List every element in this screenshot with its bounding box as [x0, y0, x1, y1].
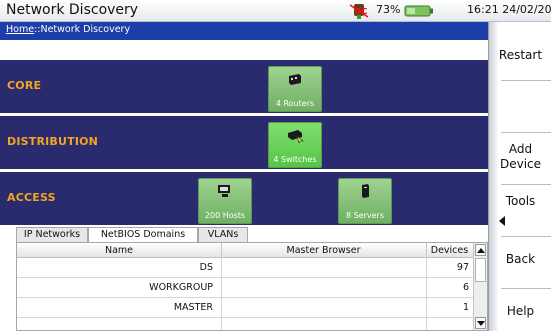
add-device-label-line1: Add	[508, 142, 533, 156]
tab-vlans[interactable]: VLANs	[198, 227, 248, 242]
battery-icon	[404, 5, 433, 17]
column-header-devices[interactable]: Devices	[426, 245, 473, 256]
cell-name: MASTER	[173, 302, 213, 313]
title-bar: Network Discovery DC 73% 16:21 24/02/201…	[0, 0, 551, 22]
add-device-label-line2: Device	[499, 157, 542, 171]
table-scrollbar[interactable]	[473, 243, 487, 330]
clock-time: 16:21	[467, 3, 499, 16]
table-row[interactable]: DS 97	[17, 259, 473, 278]
breadcrumb: Home::Network Discovery	[6, 24, 130, 35]
switches-button[interactable]: 4 Switches	[268, 122, 322, 168]
table-row[interactable]: WORKGROUP 6	[17, 279, 473, 298]
scroll-up-button[interactable]	[475, 244, 486, 256]
breadcrumb-current: Network Discovery	[40, 24, 131, 35]
cell-devices: 97	[456, 262, 469, 273]
clock: 16:21 24/02/2010	[467, 3, 551, 16]
softkey-divider	[501, 236, 551, 237]
column-header-master-browser[interactable]: Master Browser	[221, 245, 426, 256]
back-button[interactable]: Back	[489, 252, 551, 267]
softkey-divider	[501, 184, 551, 185]
add-device-button[interactable]: Add Device	[489, 142, 551, 172]
softkey-divider	[501, 288, 551, 289]
breadcrumb-bar: Home::Network Discovery	[0, 22, 488, 40]
hosts-label: 200 Hosts	[204, 211, 246, 220]
routers-label: 4 Routers	[275, 99, 315, 108]
hosts-button[interactable]: 200 Hosts	[198, 178, 252, 224]
layer-core: CORE 4 Routers	[0, 58, 488, 113]
table-header: Name Master Browser Devices	[17, 243, 473, 258]
layer-label-access: ACCESS	[7, 191, 56, 204]
switches-label: 4 Switches	[273, 155, 317, 164]
battery-percent: 73%	[376, 3, 401, 16]
tab-netbios-domains[interactable]: NetBIOS Domains	[88, 227, 198, 242]
restart-button[interactable]: Restart	[489, 48, 551, 63]
router-icon	[289, 74, 301, 85]
server-icon	[362, 184, 369, 198]
servers-button[interactable]: 8 Servers	[338, 178, 392, 224]
breadcrumb-home-link[interactable]: Home	[6, 24, 34, 35]
arrow-down-icon	[477, 321, 485, 326]
table-row[interactable]: MASTER 1	[17, 299, 473, 318]
softkey-divider	[501, 80, 551, 81]
dc-power-icon: DC	[349, 4, 369, 19]
cell-devices: 1	[462, 302, 469, 313]
tab-ip-networks[interactable]: IP Networks	[16, 227, 88, 242]
layer-access: ACCESS 200 Hosts 8 Servers	[0, 170, 488, 225]
servers-label: 8 Servers	[345, 211, 385, 220]
clock-date: 24/02/2010	[502, 3, 551, 16]
app-title: Network Discovery	[6, 2, 139, 18]
netbios-table: Name Master Browser Devices DS 97 WORKGR…	[16, 242, 488, 331]
arrow-up-icon	[477, 248, 485, 253]
column-header-name[interactable]: Name	[17, 245, 221, 256]
layer-label-core: CORE	[7, 79, 42, 92]
cell-name: WORKGROUP	[149, 282, 213, 293]
help-button[interactable]: Help	[489, 304, 551, 319]
routers-button[interactable]: 4 Routers	[268, 66, 322, 112]
tools-button[interactable]: Tools	[489, 194, 551, 209]
switch-icon	[288, 130, 304, 143]
scroll-thumb[interactable]	[475, 258, 486, 282]
scroll-down-button[interactable]	[475, 317, 486, 329]
cell-devices: 6	[462, 282, 469, 293]
host-icon	[218, 185, 230, 197]
softkey-panel: Restart Add Device Tools Back Help	[488, 22, 551, 331]
cell-name: DS	[199, 262, 213, 273]
softkey-divider	[501, 132, 551, 133]
submenu-arrow-icon	[499, 216, 505, 226]
layer-distribution: DISTRIBUTION 4 Switches	[0, 114, 488, 169]
layer-label-distribution: DISTRIBUTION	[7, 135, 99, 148]
